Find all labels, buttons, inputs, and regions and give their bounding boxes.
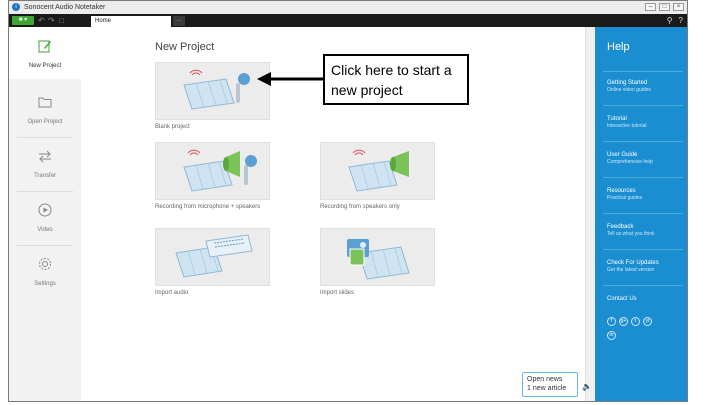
card-label: Import slides xyxy=(320,290,355,296)
help-item-subtitle: Comprehensive help xyxy=(607,159,653,165)
tab-home[interactable]: Home xyxy=(91,16,171,27)
tab-bar: ■ ▾ ↶ ↷ □ Home ... ⚲ ? xyxy=(9,14,687,27)
minimize-button[interactable]: – xyxy=(645,3,656,11)
search-icon[interactable]: ⚲ xyxy=(667,15,673,26)
quick-access-icon[interactable]: □ xyxy=(59,15,64,26)
linkedin-icon[interactable]: in xyxy=(607,331,616,340)
sidebar-item-transfer[interactable]: Transfer xyxy=(9,137,81,189)
card-recording-mic-speakers[interactable] xyxy=(155,142,270,200)
help-divider xyxy=(603,177,683,178)
sidebar-item-label: Open Project xyxy=(27,119,63,125)
card-import-slides[interactable] xyxy=(320,228,435,286)
help-item-contact-us[interactable]: Contact Us xyxy=(607,295,683,303)
card-blank-project[interactable] xyxy=(155,62,270,120)
help-divider xyxy=(603,249,683,250)
help-item-check-updates[interactable]: Check For Updates Get the latest version xyxy=(607,259,683,274)
help-divider xyxy=(603,213,683,214)
card-import-audio[interactable] xyxy=(155,228,270,286)
window-title: Sonocent Audio Notetaker xyxy=(24,4,106,11)
help-icon[interactable]: ? xyxy=(679,15,683,26)
help-item-user-guide[interactable]: User Guide Comprehensive help xyxy=(607,151,683,166)
new-tab-button[interactable]: ... xyxy=(173,16,185,26)
help-item-title: Getting Started xyxy=(607,80,648,86)
callout-arrow-icon xyxy=(257,72,323,86)
help-item-getting-started[interactable]: Getting Started Online video guides xyxy=(607,79,683,94)
sidebar: New Project Open Project Transfer Video xyxy=(9,27,81,401)
card-label: Import audio xyxy=(155,290,189,296)
help-divider xyxy=(603,71,683,72)
help-divider xyxy=(603,285,683,286)
sidebar-item-new-project[interactable]: New Project xyxy=(9,27,81,79)
help-item-feedback[interactable]: Feedback Tell us what you think xyxy=(607,223,683,238)
undo-icon[interactable]: ↶ xyxy=(38,15,45,26)
card-recording-speakers[interactable] xyxy=(320,142,435,200)
gear-icon xyxy=(39,258,51,270)
news-count: 1 new article xyxy=(527,385,567,392)
social-links: f g+ t yt xyxy=(607,317,652,326)
play-icon xyxy=(38,203,52,217)
card-label: Recording from speakers only xyxy=(320,204,400,210)
import-audio-icon xyxy=(175,234,253,278)
help-item-title: Check For Updates xyxy=(607,260,659,266)
google-plus-icon[interactable]: g+ xyxy=(619,317,628,326)
help-item-subtitle: Get the latest version xyxy=(607,267,655,273)
news-title: Open news xyxy=(527,376,563,383)
facebook-icon[interactable]: f xyxy=(607,317,616,326)
help-item-resources[interactable]: Resources Practical guides xyxy=(607,187,683,202)
close-button[interactable]: × xyxy=(673,3,684,11)
folder-icon xyxy=(38,97,52,108)
maximize-button[interactable]: □ xyxy=(659,3,670,11)
help-divider xyxy=(603,141,683,142)
help-item-tutorial[interactable]: Tutorial Interactive tutorial xyxy=(607,115,683,130)
help-item-subtitle: Practical guides xyxy=(607,195,643,201)
transfer-icon xyxy=(39,150,51,163)
app-logo-icon: i xyxy=(12,3,20,11)
help-item-title: Tutorial xyxy=(607,116,627,122)
help-item-title: User Guide xyxy=(607,152,638,158)
help-item-title: Feedback xyxy=(607,224,634,230)
sidebar-item-label: New Project xyxy=(28,63,62,69)
youtube-icon[interactable]: yt xyxy=(643,317,652,326)
sidebar-item-open-project[interactable]: Open Project xyxy=(9,83,81,135)
help-item-title: Contact Us xyxy=(607,296,637,302)
sidebar-item-video[interactable]: Video xyxy=(9,191,81,243)
annotation-callout: Click here to start a new project xyxy=(323,54,469,105)
edit-icon xyxy=(38,40,51,53)
sidebar-item-label: Settings xyxy=(34,281,56,287)
help-item-subtitle: Interactive tutorial xyxy=(607,123,647,129)
help-title: Help xyxy=(607,41,630,53)
help-divider xyxy=(603,105,683,106)
sidebar-item-settings[interactable]: Settings xyxy=(9,245,81,297)
help-item-subtitle: Tell us what you think xyxy=(607,231,655,237)
social-links-row-2: in xyxy=(607,331,616,340)
help-panel: Help Getting Started Online video guides… xyxy=(595,27,687,401)
sidebar-item-label: Transfer xyxy=(33,173,57,179)
twitter-icon[interactable]: t xyxy=(631,317,640,326)
sidebar-item-label: Video xyxy=(37,227,53,233)
app-menu-button[interactable]: ■ ▾ xyxy=(12,16,34,25)
volume-icon[interactable]: 🔈 xyxy=(582,382,592,391)
help-item-subtitle: Online video guides xyxy=(607,87,651,93)
import-slides-icon xyxy=(347,239,410,280)
speaker-icon xyxy=(348,149,409,192)
redo-icon[interactable]: ↷ xyxy=(48,15,55,26)
news-notification[interactable]: Open news 1 new article xyxy=(522,372,578,397)
card-label: Recording from microphone + speakers xyxy=(155,204,261,210)
card-label: Blank project xyxy=(155,124,190,130)
page-title: New Project xyxy=(155,41,215,53)
microphone-speaker-icon xyxy=(183,149,257,192)
blank-project-icon xyxy=(183,69,250,110)
title-bar: i Sonocent Audio Notetaker – □ × xyxy=(9,1,687,15)
help-item-title: Resources xyxy=(607,188,636,194)
